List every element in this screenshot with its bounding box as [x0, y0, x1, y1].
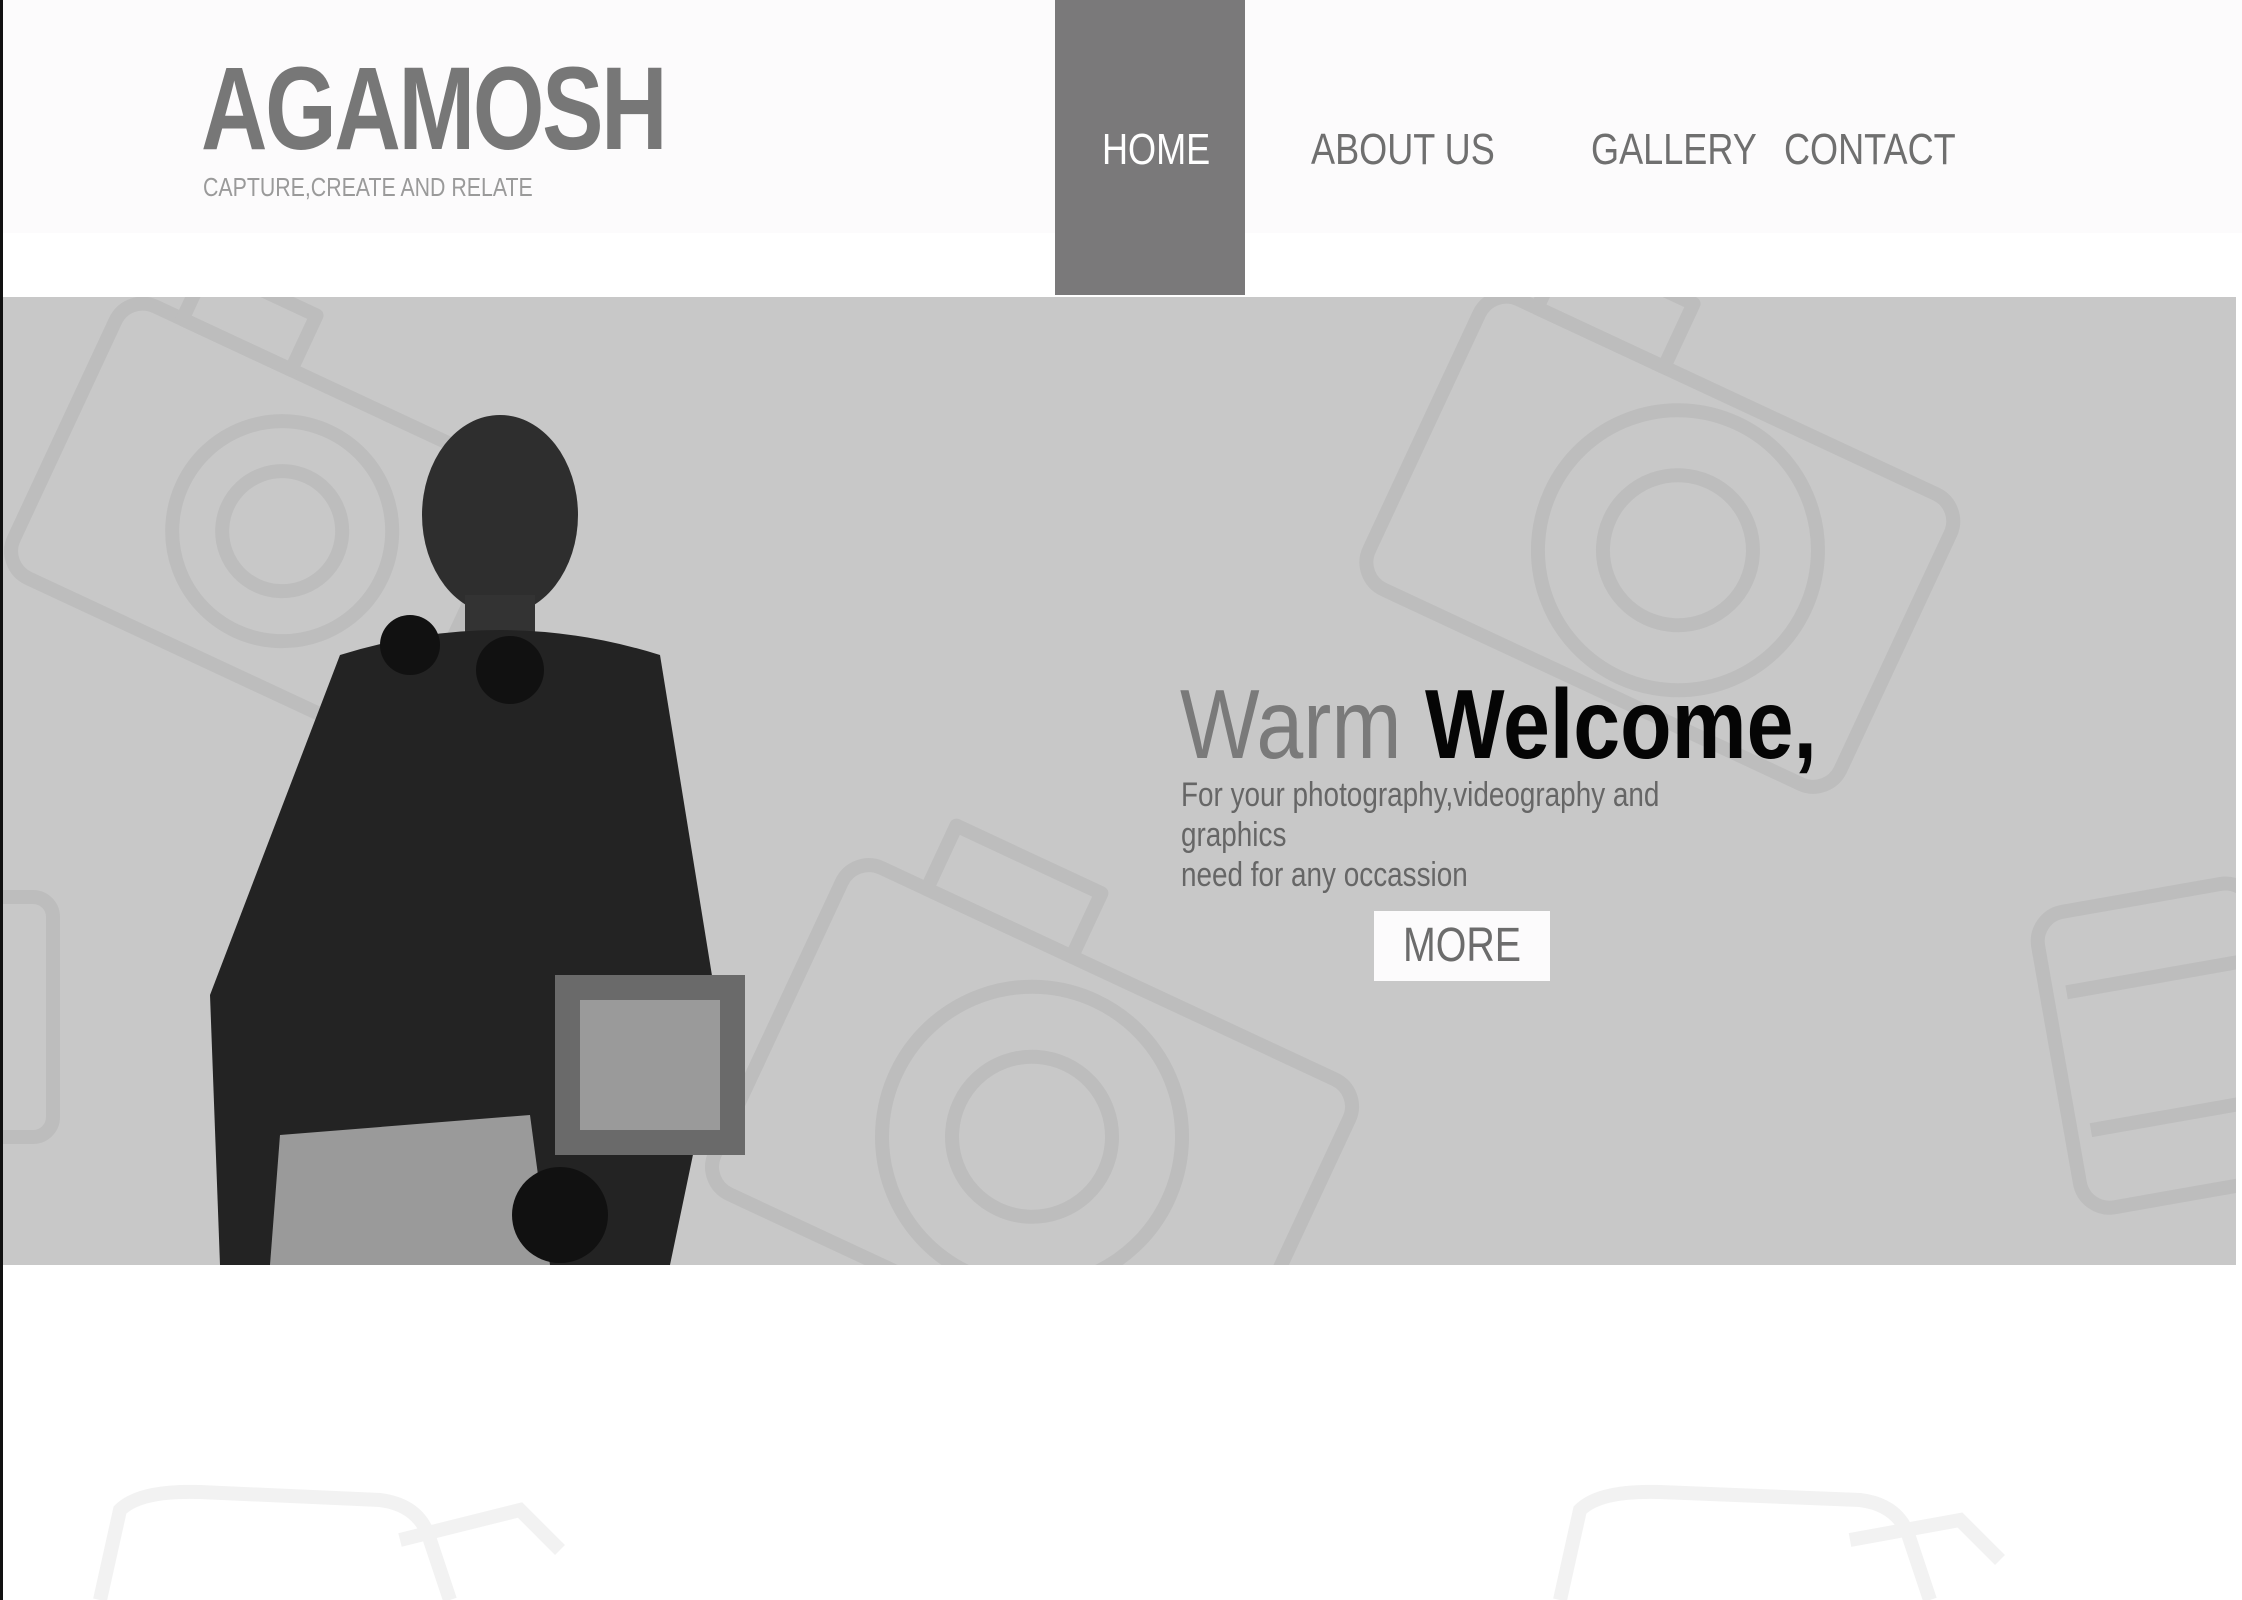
more-button[interactable]: MORE: [1374, 911, 1550, 981]
logo-title[interactable]: AGAMOSH: [201, 50, 668, 168]
photographer-image: [210, 415, 745, 1265]
bottom-camera-pattern: [93, 1484, 2005, 1600]
hero-heading-welcome: Welcome,: [1424, 669, 1817, 779]
nav-item-about-us[interactable]: ABOUT US: [1311, 128, 1495, 172]
nav-item-contact[interactable]: CONTACT: [1784, 128, 1956, 172]
hero-subtitle-line2: need for any occassion: [1181, 856, 1468, 894]
nav-item-home[interactable]: HOME: [1102, 128, 1210, 172]
hero-subtitle-line1: For your photography,videography and gra…: [1181, 776, 1660, 854]
nav-item-gallery[interactable]: GALLERY: [1591, 128, 1757, 172]
hero-heading-warm: Warm: [1180, 669, 1402, 779]
logo-tagline: CAPTURE,CREATE AND RELATE: [203, 172, 533, 202]
more-button-label: MORE: [1402, 919, 1522, 972]
hero-subtitle: For your photography,videography and gra…: [1181, 775, 1755, 895]
hero-right-edge: [2236, 297, 2242, 1265]
hero-heading: Warm Welcome,: [1180, 675, 1817, 773]
